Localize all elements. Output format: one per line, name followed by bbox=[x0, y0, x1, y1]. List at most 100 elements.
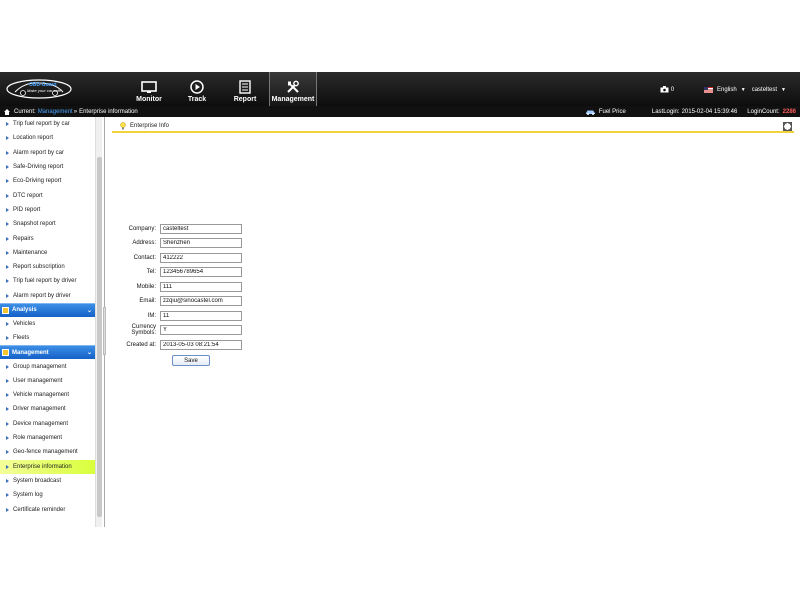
sidebar-item[interactable]: DTC report bbox=[0, 188, 96, 202]
form-row-im: IM: bbox=[108, 310, 242, 321]
sidebar-item[interactable]: Trip fuel report by car bbox=[0, 117, 96, 131]
sidebar-item-label: Vehicle management bbox=[13, 392, 70, 399]
enterprise-info-panel-header: Enterprise Info bbox=[112, 121, 794, 133]
sidebar-item[interactable]: Vehicles bbox=[0, 317, 96, 331]
sidebar-item-label: Alarm report by driver bbox=[13, 292, 71, 299]
sidebar-item-label: Role management bbox=[13, 435, 63, 442]
sidebar-item[interactable]: Role management bbox=[0, 431, 96, 445]
folder-icon bbox=[2, 349, 9, 357]
nav-management[interactable]: Management bbox=[269, 72, 317, 106]
us-flag-icon bbox=[704, 86, 714, 93]
sidebar-item-label: Group management bbox=[13, 363, 67, 370]
triangle-right-icon bbox=[6, 279, 9, 284]
tools-icon bbox=[287, 80, 299, 93]
nav-track[interactable]: Track bbox=[173, 72, 221, 106]
sidebar-item[interactable]: Geo-fence management bbox=[0, 445, 96, 459]
company-label: Company: bbox=[128, 225, 156, 232]
nav-report[interactable]: Report bbox=[221, 72, 269, 106]
sidebar-item[interactable]: PID report bbox=[0, 203, 96, 217]
contact-label: Contact: bbox=[133, 254, 156, 261]
created-at-input[interactable] bbox=[160, 339, 242, 350]
last-login-label: LastLogin: bbox=[651, 108, 680, 115]
car-icon bbox=[585, 110, 595, 115]
sidebar-item-label: System log bbox=[13, 492, 43, 499]
sidebar-item-label: Vehicles bbox=[13, 321, 36, 327]
sidebar-item-label: System broadcast bbox=[13, 477, 62, 484]
user-menu[interactable]: casteltest bbox=[752, 87, 777, 93]
triangle-right-icon bbox=[6, 393, 9, 398]
triangle-right-icon bbox=[6, 436, 9, 441]
company-input[interactable] bbox=[160, 223, 242, 234]
sidebar-item[interactable]: Safe-Driving report bbox=[0, 160, 96, 174]
triangle-right-icon bbox=[6, 136, 9, 141]
maximize-button[interactable] bbox=[783, 122, 792, 131]
snapshot-counter[interactable]: 0 bbox=[660, 86, 674, 93]
sidebar-item[interactable]: Location report bbox=[0, 131, 96, 145]
header-right: 0 English ▼ casteltest ▼ bbox=[660, 86, 792, 93]
sidebar-item[interactable]: Maintenance bbox=[0, 246, 96, 260]
triangle-right-icon bbox=[6, 265, 9, 270]
form-row-address: Address: bbox=[108, 238, 242, 249]
triangle-right-icon bbox=[6, 378, 9, 383]
chart-icon bbox=[2, 306, 9, 314]
sidebar-item[interactable]: Eco-Driving report bbox=[0, 174, 96, 188]
sidebar-section-analysis[interactable]: Analysis ⌄ bbox=[0, 302, 96, 317]
address-input[interactable] bbox=[160, 238, 242, 248]
obd-guard-logo[interactable]: OBD-Guard Make your car safe bbox=[5, 78, 73, 100]
sidebar-item[interactable]: User management bbox=[0, 374, 96, 388]
email-label: Email: bbox=[139, 298, 156, 304]
triangle-right-icon bbox=[6, 322, 9, 326]
triangle-right-icon bbox=[6, 236, 9, 241]
sidebar-item[interactable]: Fleets bbox=[0, 331, 96, 345]
email-input[interactable] bbox=[160, 296, 242, 306]
fuel-price-link[interactable]: Fuel Price bbox=[585, 109, 626, 115]
fuel-price-label: Fuel Price bbox=[598, 108, 626, 115]
form-row-currency: Currency Symbols: bbox=[108, 324, 242, 336]
im-input[interactable] bbox=[160, 310, 242, 321]
sidebar-item-enterprise-information[interactable]: Enterprise information bbox=[0, 459, 96, 474]
sidebar-item[interactable]: Repairs bbox=[0, 231, 96, 245]
sidebar: Trip fuel report by car Location report … bbox=[0, 117, 105, 527]
sidebar-section-management[interactable]: Management ⌄ bbox=[0, 345, 96, 360]
currency-input[interactable] bbox=[160, 325, 242, 335]
sidebar-item-label: Safe-Driving report bbox=[13, 164, 64, 171]
triangle-right-icon bbox=[6, 150, 9, 155]
created-at-label: Created at: bbox=[126, 341, 156, 348]
scrollbar-thumb[interactable] bbox=[97, 157, 102, 517]
breadcrumb: Current: Management » Enterprise informa… bbox=[0, 106, 800, 117]
sidebar-item[interactable]: System broadcast bbox=[0, 474, 96, 488]
sidebar-scrollbar[interactable] bbox=[95, 117, 102, 527]
sidebar-item[interactable]: Device management bbox=[0, 417, 96, 431]
camera-icon bbox=[660, 86, 669, 93]
sidebar-item-label: User management bbox=[13, 377, 63, 384]
sidebar-item-label: Geo-fence management bbox=[13, 449, 78, 456]
top-blank-area bbox=[0, 0, 800, 72]
form-row-created-at: Created at: bbox=[108, 339, 242, 350]
sidebar-item[interactable]: Alarm report by car bbox=[0, 146, 96, 160]
sidebar-item-label: Alarm report by car bbox=[13, 149, 65, 156]
save-button[interactable]: Save bbox=[172, 355, 210, 366]
sidebar-splitter-handle[interactable] bbox=[103, 307, 106, 355]
mobile-input[interactable] bbox=[160, 281, 242, 292]
sidebar-item[interactable]: Certificate reminder bbox=[0, 502, 96, 516]
language-select[interactable]: English bbox=[717, 87, 737, 93]
form-row-contact: Contact: bbox=[108, 252, 242, 263]
mobile-label: Mobile: bbox=[136, 283, 156, 290]
sidebar-item[interactable]: Vehicle management bbox=[0, 388, 96, 402]
breadcrumb-management-link[interactable]: Management bbox=[38, 109, 73, 115]
sidebar-item[interactable]: Alarm report by driver bbox=[0, 289, 96, 303]
sidebar-item[interactable]: System log bbox=[0, 488, 96, 502]
currency-label: Currency Symbols: bbox=[131, 324, 156, 336]
triangle-right-icon bbox=[6, 507, 9, 512]
contact-input[interactable] bbox=[160, 252, 242, 263]
sidebar-item[interactable]: Snapshot report bbox=[0, 217, 96, 231]
tel-input[interactable] bbox=[160, 267, 242, 277]
sidebar-item[interactable]: Group management bbox=[0, 359, 96, 373]
sidebar-item[interactable]: Driver management bbox=[0, 402, 96, 416]
triangle-right-icon bbox=[6, 179, 9, 184]
nav-monitor-label: Monitor bbox=[136, 96, 162, 103]
sidebar-item[interactable]: Trip fuel report by driver bbox=[0, 274, 96, 288]
nav-monitor[interactable]: Monitor bbox=[125, 72, 173, 106]
sidebar-item[interactable]: Report subscription bbox=[0, 260, 96, 274]
play-icon bbox=[190, 80, 204, 94]
